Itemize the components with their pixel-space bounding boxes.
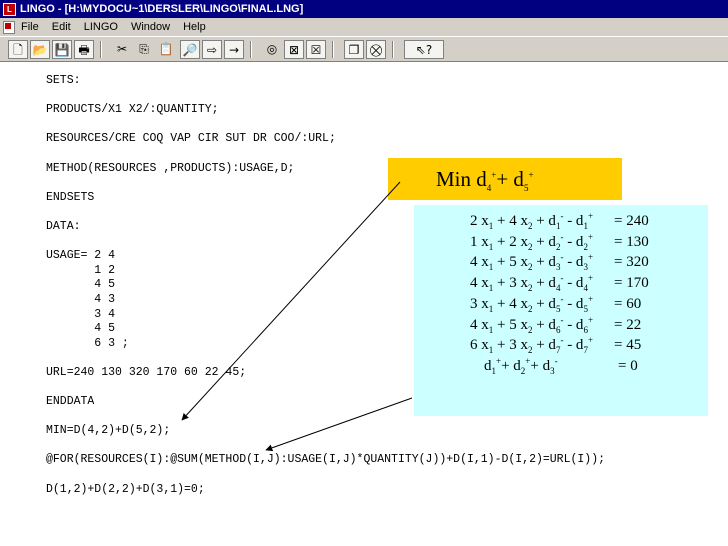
constraint-lhs: 1 x1 + 2 x2 + d2- - d2+ [470,231,594,252]
goto-line-icon: → [228,43,240,57]
save-button[interactable]: 💾 [52,40,72,59]
menu-help[interactable]: Help [183,21,206,33]
save-icon: 💾 [54,43,70,57]
document-icon[interactable] [3,20,15,34]
toolbar-separator [392,41,394,58]
print-button[interactable]: 🖶 [74,40,94,59]
help-pointer-icon: ⇖? [415,43,433,57]
window-title: LINGO - [H:\MYDOCU~1\DERSLER\LINGO\FINAL… [20,3,304,15]
constraint-rhs: = 320 [614,254,649,271]
constraint-lhs: 3 x1 + 4 x2 + d5- - d5+ [470,293,594,314]
find-next-button[interactable]: ⇨ [202,40,222,59]
find-icon: 🔎 [182,43,198,57]
copy-button[interactable]: ⎘ [134,40,154,59]
menu-edit[interactable]: Edit [52,21,71,33]
cut-button[interactable]: ✂ [112,40,132,59]
constraint-rhs: = 60 [614,295,642,312]
tile-windows-icon: ❐ [348,43,360,57]
solve-button[interactable]: ◎ [262,40,282,59]
solution-icon: ⊠ [288,43,300,57]
menu-bar: File Edit LINGO Window Help [0,18,728,36]
solve-icon: ◎ [266,42,278,56]
constraint-rhs: = 22 [614,316,642,333]
paste-icon: 📋 [158,42,174,56]
tile-windows-button[interactable]: ❐ [344,40,364,59]
find-next-icon: ⇨ [206,43,218,57]
constraint-lhs: 2 x1 + 4 x2 + d1- - d1+ [470,211,594,231]
constraint-rhs: = 240 [614,213,649,229]
constraint-rhs: = 0 [618,357,638,374]
toolbar-separator [250,41,252,58]
objective-formula: Min d4++ d5+ [436,167,534,194]
toolbar: 🗋 📂 💾 🖶 ✂ ⎘ 📋 🔎 ⇨ → ◎ ⊠ ☒ ❐ ⛒ ⇖? [0,36,728,62]
paste-button[interactable]: 📋 [156,40,176,59]
constraint-lhs: 4 x1 + 3 x2 + d4- - d4+ [470,273,594,294]
close-all-icon: ☒ [310,43,322,57]
new-file-button[interactable]: 🗋 [8,40,28,59]
options-button[interactable]: ⛒ [366,40,386,59]
toolbar-separator [100,41,102,58]
menu-lingo[interactable]: LINGO [84,21,118,33]
objective-callout: Min d4++ d5+ [388,158,622,200]
toolbar-separator [332,41,334,58]
menu-file[interactable]: File [21,21,39,33]
close-all-button[interactable]: ☒ [306,40,326,59]
help-pointer-button[interactable]: ⇖? [404,40,444,59]
solution-button[interactable]: ⊠ [284,40,304,59]
copy-icon: ⎘ [139,42,149,56]
constraint-rhs: = 130 [614,233,649,250]
open-file-button[interactable]: 📂 [30,40,50,59]
constraint-lhs: 4 x1 + 5 x2 + d3- - d3+ [470,252,594,273]
constraint-rhs: = 170 [614,275,649,292]
constraint-rhs: = 45 [614,337,642,354]
menu-window[interactable]: Window [131,21,170,33]
open-file-icon: 📂 [32,43,48,57]
cut-icon: ✂ [116,42,128,56]
goto-line-button[interactable]: → [224,40,244,59]
lingo-app-icon[interactable]: L [3,2,16,16]
find-button[interactable]: 🔎 [180,40,200,59]
title-bar: L LINGO - [H:\MYDOCU~1\DERSLER\LINGO\FIN… [0,0,728,18]
constraint-lhs: 4 x1 + 5 x2 + d6- - d6+ [470,314,594,335]
constraint-callout: 2 x1 + 4 x2 + d1- - d1+ = 240 1 x1 + 2 x2 … [414,205,708,416]
constraint-lhs: d1++ d2++ d3- [484,355,558,376]
print-icon: 🖶 [78,43,90,57]
new-file-icon: 🗋 [13,43,23,57]
constraint-lhs: 6 x1 + 3 x2 + d7- - d7+ [470,335,594,356]
options-icon: ⛒ [369,43,383,57]
